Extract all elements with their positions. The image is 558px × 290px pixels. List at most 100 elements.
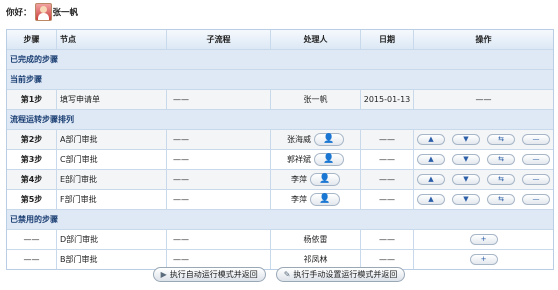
- table-header: 步骤 节点 子流程 处理人 日期 操作: [7, 30, 553, 50]
- handler-cell: 张海威 👤: [271, 130, 361, 149]
- select-handler-button[interactable]: 👤: [314, 133, 344, 146]
- node-cell: 填写申请单: [57, 90, 167, 109]
- arrow-down-icon: ▼: [463, 155, 469, 163]
- enable-button[interactable]: +: [469, 254, 498, 265]
- ops-cell: ——: [475, 95, 492, 104]
- select-handler-button[interactable]: 👤: [314, 153, 344, 166]
- step-cell: 第2步: [7, 130, 57, 149]
- transfer-button[interactable]: ⇆: [487, 194, 515, 205]
- move-down-button[interactable]: ▼: [452, 134, 480, 145]
- arrow-up-icon: ▲: [428, 135, 434, 143]
- handler-cell: 张一帆: [271, 90, 361, 109]
- ops-cell: ▲ ▼ ⇆ —: [414, 170, 553, 189]
- move-down-button[interactable]: ▼: [452, 154, 480, 165]
- auto-run-button[interactable]: ▶ 执行自动运行模式并返回: [152, 267, 266, 282]
- move-up-button[interactable]: ▲: [417, 174, 445, 185]
- transfer-icon: ⇆: [498, 195, 504, 203]
- transfer-button[interactable]: ⇆: [487, 154, 515, 165]
- handler-cell: 郭祥斌 👤: [271, 150, 361, 169]
- step-cell: 第4步: [7, 170, 57, 189]
- node-cell: C部门审批: [57, 150, 167, 169]
- handler-name: 郭祥斌: [287, 155, 311, 164]
- transfer-icon: ⇆: [498, 175, 504, 183]
- step-cell: 第1步: [7, 90, 57, 109]
- user-name: 张一帆: [52, 7, 79, 18]
- node-cell: D部门审批: [57, 230, 167, 249]
- subflow-cell: ——: [167, 90, 271, 109]
- ops-cell: ▲ ▼ ⇆ —: [414, 130, 553, 149]
- transfer-icon: ⇆: [498, 155, 504, 163]
- person-icon: 👤: [323, 154, 335, 164]
- subflow-cell: ——: [167, 190, 271, 209]
- date-cell: ——: [361, 190, 414, 209]
- section-flow: 流程运转步骤排列: [7, 110, 553, 130]
- plus-icon: +: [480, 235, 487, 243]
- auto-run-label: 执行自动运行模式并返回: [169, 270, 258, 279]
- section-disabled: 已禁用的步骤: [7, 210, 553, 230]
- handler-cell: 李萍 👤: [271, 170, 361, 189]
- disable-button[interactable]: —: [522, 154, 550, 165]
- section-current: 当前步骤: [7, 70, 553, 90]
- workflow-table: 步骤 节点 子流程 处理人 日期 操作 已完成的步骤 当前步骤 第1步 填写申请…: [6, 29, 554, 270]
- move-up-button[interactable]: ▲: [417, 134, 445, 145]
- select-handler-button[interactable]: 👤: [310, 193, 340, 206]
- transfer-icon: ⇆: [498, 135, 504, 143]
- date-cell: ——: [361, 130, 414, 149]
- handler-name: 李萍: [291, 175, 307, 184]
- person-icon: 👤: [319, 174, 331, 184]
- col-step: 步骤: [7, 30, 57, 49]
- minus-icon: —: [532, 175, 540, 183]
- handler-name: 李萍: [291, 195, 307, 204]
- arrow-up-icon: ▲: [428, 195, 434, 203]
- ops-cell: ▲ ▼ ⇆ —: [414, 190, 553, 209]
- col-handler: 处理人: [271, 30, 361, 49]
- table-row: 第2步 A部门审批 —— 张海威 👤 —— ▲ ▼ ⇆ —: [7, 130, 553, 150]
- minus-icon: —: [532, 195, 540, 203]
- node-cell: E部门审批: [57, 170, 167, 189]
- transfer-button[interactable]: ⇆: [487, 134, 515, 145]
- date-cell: ——: [361, 170, 414, 189]
- greeting: 你好： 张一帆: [6, 2, 79, 21]
- table-row: 第1步 填写申请单 —— 张一帆 2015-01-13 ——: [7, 90, 553, 110]
- ops-cell: ▲ ▼ ⇆ —: [414, 150, 553, 169]
- person-icon: 👤: [319, 194, 331, 204]
- section-completed: 已完成的步骤: [7, 50, 553, 70]
- node-cell: F部门审批: [57, 190, 167, 209]
- move-down-button[interactable]: ▼: [452, 174, 480, 185]
- step-cell: ——: [7, 230, 57, 249]
- minus-icon: —: [532, 135, 540, 143]
- enable-button[interactable]: +: [469, 234, 498, 245]
- subflow-cell: ——: [167, 230, 271, 249]
- select-handler-button[interactable]: 👤: [310, 173, 340, 186]
- table-row: 第5步 F部门审批 —— 李萍 👤 —— ▲ ▼ ⇆ —: [7, 190, 553, 210]
- manual-run-button[interactable]: ✎ 执行手动设置运行模式并返回: [275, 267, 406, 282]
- date-cell: ——: [361, 150, 414, 169]
- date-cell: 2015-01-13: [361, 90, 414, 109]
- disable-button[interactable]: —: [522, 174, 550, 185]
- date-cell: ——: [361, 230, 414, 249]
- arrow-down-icon: ▼: [463, 195, 469, 203]
- minus-icon: —: [532, 155, 540, 163]
- avatar: [34, 2, 52, 21]
- disable-button[interactable]: —: [522, 134, 550, 145]
- move-down-button[interactable]: ▼: [452, 194, 480, 205]
- ops-cell: +: [414, 230, 553, 249]
- disable-button[interactable]: —: [522, 194, 550, 205]
- handler-cell: 李萍 👤: [271, 190, 361, 209]
- arrow-up-icon: ▲: [428, 155, 434, 163]
- col-ops: 操作: [475, 35, 492, 44]
- move-up-button[interactable]: ▲: [417, 154, 445, 165]
- transfer-button[interactable]: ⇆: [487, 174, 515, 185]
- col-node: 节点: [57, 30, 167, 49]
- move-up-button[interactable]: ▲: [417, 194, 445, 205]
- greeting-label: 你好：: [6, 7, 32, 18]
- subflow-cell: ——: [167, 170, 271, 189]
- plus-icon: +: [480, 255, 487, 263]
- table-row: —— D部门审批 —— 杨依雷 —— +: [7, 230, 553, 250]
- arrow-up-icon: ▲: [428, 175, 434, 183]
- step-cell: 第5步: [7, 190, 57, 209]
- run-icon: ▶: [160, 270, 167, 279]
- manual-run-label: 执行手动设置运行模式并返回: [293, 270, 398, 279]
- col-date: 日期: [361, 30, 414, 49]
- col-subflow: 子流程: [167, 30, 271, 49]
